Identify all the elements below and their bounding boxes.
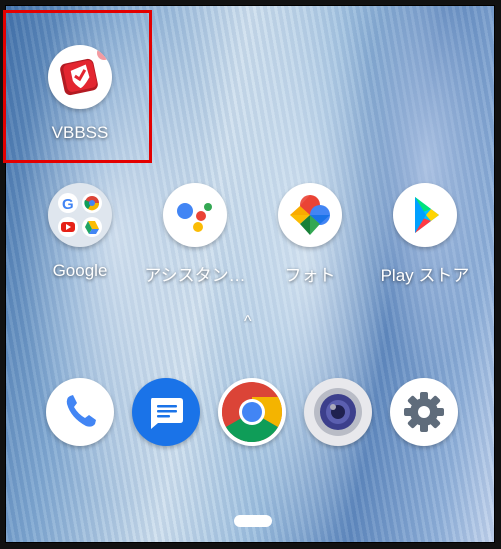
app-drawer-arrow-icon[interactable]: ^ (244, 313, 252, 331)
chrome-icon (218, 378, 286, 446)
camera-icon (304, 378, 372, 446)
app-assistant[interactable]: アシスタン… (140, 183, 250, 286)
app-photos[interactable]: フォト (255, 183, 365, 286)
messages-icon (132, 378, 200, 446)
selection-highlight (3, 10, 152, 163)
svg-text:G: G (62, 196, 74, 213)
app-label-google: Google (52, 261, 108, 280)
settings-icon (390, 378, 458, 446)
app-google[interactable]: G Google (25, 183, 135, 281)
app-label-assistant: アシスタン… (144, 266, 246, 285)
assistant-icon (163, 183, 227, 247)
app-label-photos: フォト (284, 266, 336, 285)
play-store-icon (393, 183, 457, 247)
google-folder-icon: G (48, 183, 112, 247)
phone-icon (46, 378, 114, 446)
photos-icon (278, 183, 342, 247)
app-play-store[interactable]: Play ストア (370, 183, 480, 286)
home-gesture-pill[interactable] (234, 515, 272, 527)
app-label-play-store: Play ストア (380, 266, 470, 285)
dock-settings[interactable] (369, 378, 479, 446)
